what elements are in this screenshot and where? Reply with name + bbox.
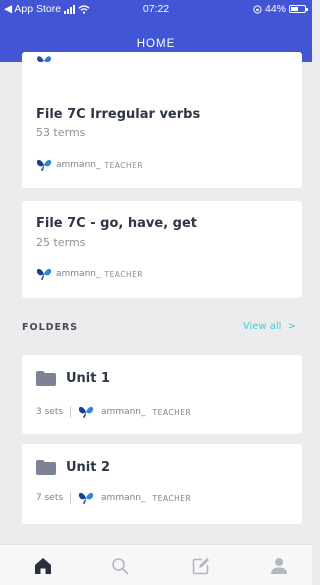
- set-count: 3 sets: [36, 407, 64, 417]
- creator-avatar-icon: [36, 268, 52, 280]
- creator-name: ammann_: [101, 493, 146, 503]
- creator-info: ammann_ TEACHER: [36, 267, 143, 281]
- chevron-right-icon: >: [287, 321, 296, 332]
- battery-percent: 44%: [264, 3, 286, 15]
- term-count: 53 terms: [36, 126, 86, 139]
- view-all-folders-link[interactable]: View all >: [243, 321, 296, 332]
- status-right: 44%: [253, 3, 308, 15]
- study-set-card[interactable]: File 7C Irregular verbs 53 terms ammann_…: [22, 92, 302, 188]
- folder-icon: [36, 371, 56, 386]
- view-all-label: View all: [242, 321, 282, 332]
- creator-avatar-icon: [36, 159, 52, 171]
- folder-name: Unit 2: [66, 460, 111, 475]
- home-icon: [35, 558, 51, 574]
- tab-profile[interactable]: [268, 555, 290, 577]
- creator-name: ammann_: [101, 407, 146, 417]
- set-count: 7 sets: [36, 493, 64, 503]
- tab-search[interactable]: [109, 555, 131, 577]
- creator-role: TEACHER: [152, 493, 192, 503]
- creator-role: TEACHER: [152, 407, 192, 417]
- meta-divider: [70, 406, 72, 418]
- creator-role: TEACHER: [104, 160, 144, 170]
- tab-create[interactable]: [190, 555, 212, 577]
- term-count: 25 terms: [36, 236, 86, 249]
- folder-name: Unit 1: [66, 371, 111, 386]
- orientation-lock-icon: [253, 4, 262, 14]
- create-icon: [192, 558, 209, 575]
- page-title: HOME: [136, 38, 176, 50]
- creator-name: ammann_: [56, 160, 101, 170]
- folder-card[interactable]: Unit 2 7 sets ammann_ TEACHER: [22, 444, 302, 524]
- folder-icon: [36, 460, 56, 475]
- creator-avatar-icon: [37, 56, 51, 63]
- status-bar: ◀ App Store 07:22 44%: [0, 0, 312, 20]
- study-set-title: File 7C Irregular verbs: [36, 107, 201, 122]
- creator-avatar-icon: [78, 406, 94, 418]
- creator-name: ammann_: [56, 269, 101, 279]
- creator-info: ammann_ TEACHER: [36, 158, 143, 172]
- folder-meta: 3 sets ammann_ TEACHER: [36, 405, 191, 419]
- study-set-card[interactable]: File 7C - go, have, get 25 terms ammann_…: [22, 201, 302, 298]
- search-icon: [112, 558, 129, 575]
- battery-icon: [289, 5, 308, 13]
- folder-meta: 7 sets ammann_ TEACHER: [36, 491, 191, 505]
- profile-icon: [271, 558, 287, 574]
- folder-card[interactable]: Unit 1 3 sets ammann_ TEACHER: [22, 355, 302, 434]
- creator-role: TEACHER: [104, 269, 144, 279]
- folders-section-label: FOLDERS: [22, 322, 79, 333]
- bottom-tab-bar: [0, 544, 312, 585]
- study-set-title: File 7C - go, have, get: [36, 216, 197, 231]
- tab-home[interactable]: [32, 555, 54, 577]
- meta-divider: [70, 492, 72, 504]
- creator-avatar-icon: [78, 492, 94, 504]
- folder-title-row: Unit 1: [36, 371, 110, 386]
- folder-title-row: Unit 2: [36, 460, 110, 475]
